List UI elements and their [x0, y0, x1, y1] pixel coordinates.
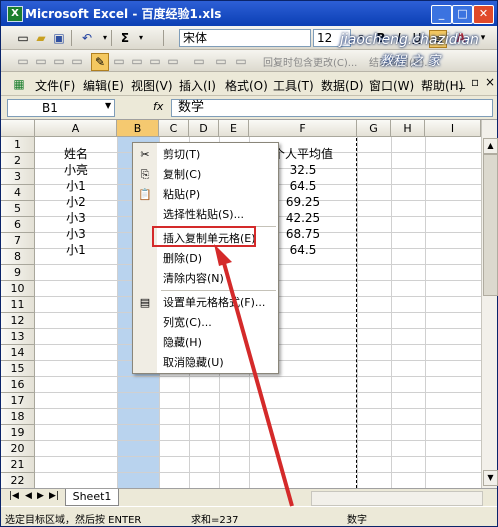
arrow-head — [214, 244, 232, 266]
watermark-subtext: 教程 之 家 — [380, 54, 441, 69]
arrow-shaft — [220, 255, 294, 507]
watermark-text: jiaocheng.chazidian — [340, 32, 479, 48]
annotation-arrow — [214, 244, 294, 507]
